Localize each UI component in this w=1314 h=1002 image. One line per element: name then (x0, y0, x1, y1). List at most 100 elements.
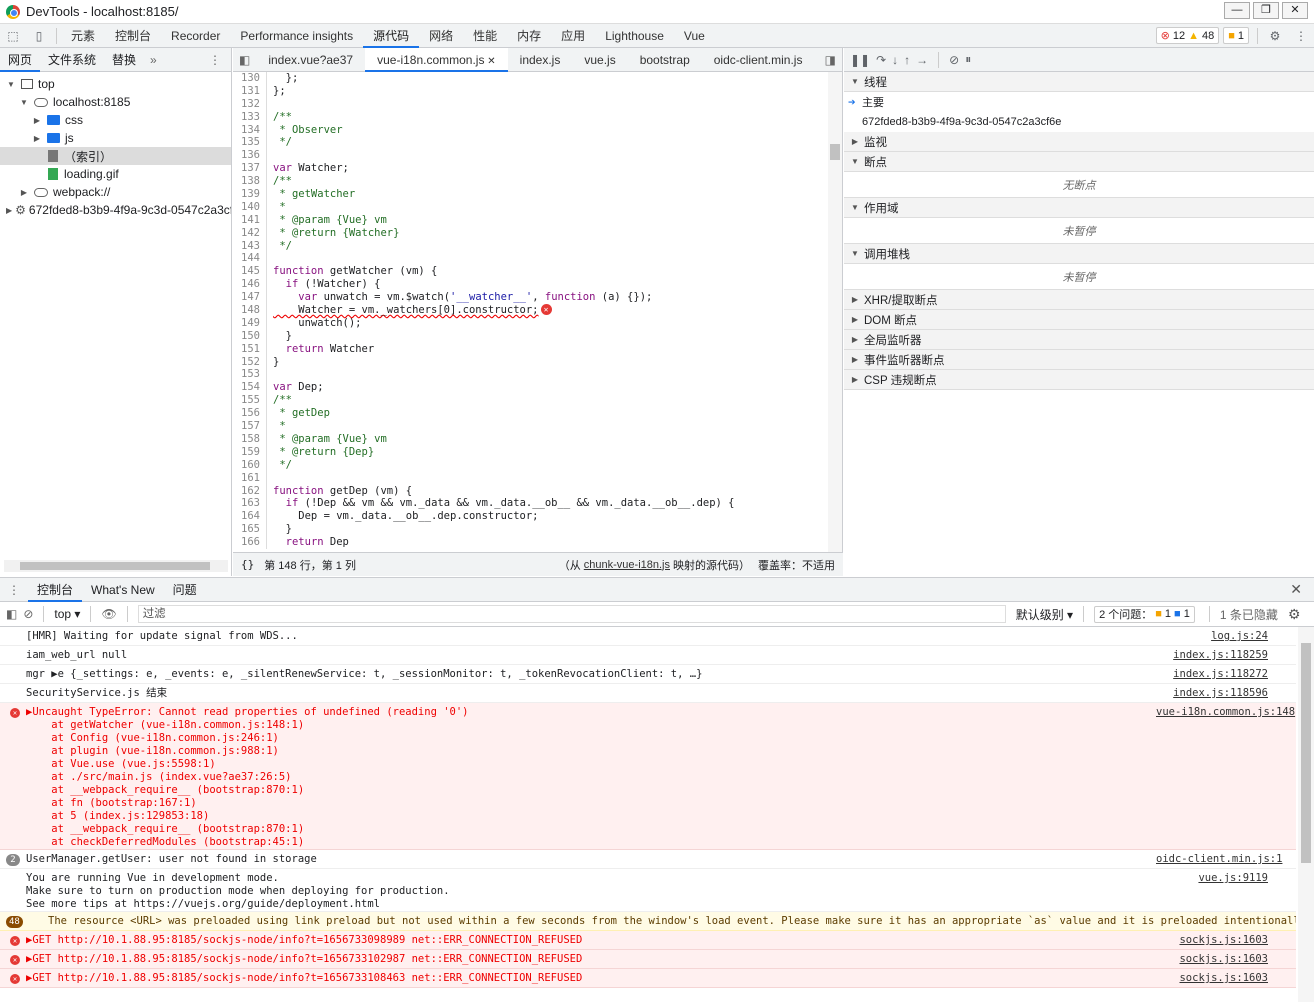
callstack-section[interactable]: ▼ 调用堆栈 (844, 244, 1314, 264)
toggle-debugger-icon[interactable]: ◨ (825, 53, 836, 67)
issues-counter[interactable]: ■ 1 (1223, 27, 1249, 44)
message-source-link[interactable]: vue.js:9119 (1156, 869, 1296, 911)
tab-0[interactable]: 元素 (61, 24, 105, 48)
line-number[interactable]: 163 (233, 497, 267, 511)
step-over-icon[interactable]: ↷ (876, 53, 886, 67)
line-number[interactable]: 147 (233, 291, 267, 305)
context-selector[interactable]: top ▾ (54, 607, 80, 621)
tree-item[interactable]: ▼ localhost:8185 (0, 93, 231, 111)
scope-section[interactable]: ▼ 作用域 (844, 198, 1314, 218)
line-number[interactable]: 146 (233, 278, 267, 292)
message-source-link[interactable]: sockjs.js:1603 (1156, 950, 1296, 968)
drawer-menu-icon[interactable]: ⋮ (0, 583, 28, 597)
debugger-section[interactable]: ▶ 事件监听器断点 (844, 350, 1314, 370)
tab-8[interactable]: 应用 (551, 24, 595, 48)
clear-console-icon[interactable]: ⊘ (23, 607, 33, 621)
message-source-link[interactable]: sockjs.js:1603 (1156, 931, 1296, 949)
message-source-link[interactable]: index.js:118272 (1156, 665, 1296, 683)
sidebar-toggle-icon[interactable]: ◧ (6, 607, 17, 621)
expand-arrow-icon[interactable]: ▶ (32, 134, 42, 143)
message-source-link[interactable]: log.js:24 (1156, 627, 1296, 645)
breakpoints-section[interactable]: ▼ 断点 (844, 152, 1314, 172)
step-into-icon[interactable]: ↓ (892, 53, 898, 67)
tab-10[interactable]: Vue (674, 24, 715, 48)
console-message[interactable]: ✕ ▶Uncaught TypeError: Cannot read proper… (0, 703, 1296, 850)
console-scrollbar[interactable] (1298, 627, 1314, 1002)
file-tab[interactable]: bootstrap (628, 48, 702, 72)
console-message[interactable]: You are running Vue in development mode.… (0, 869, 1296, 912)
pause-icon[interactable]: ❚❚ (850, 53, 870, 67)
step-icon[interactable]: → (916, 53, 928, 67)
console-message[interactable]: 2 UserManager.getUser: user not found in … (0, 850, 1296, 869)
toggle-navigator-icon[interactable]: ◧ (233, 53, 256, 67)
close-window-button[interactable]: ✕ (1282, 2, 1308, 19)
line-number[interactable]: 159 (233, 445, 267, 459)
drawer-tab-0[interactable]: 控制台 (28, 578, 83, 602)
line-number[interactable]: 154 (233, 381, 267, 395)
tab-1[interactable]: 控制台 (105, 24, 161, 48)
maximize-button[interactable]: ❐ (1253, 2, 1279, 19)
tree-item[interactable]: loading.gif (0, 165, 231, 183)
line-number[interactable]: 151 (233, 342, 267, 356)
log-levels-dropdown[interactable]: 默认级别 ▾ (1016, 606, 1073, 623)
tab-5[interactable]: 网络 (419, 24, 463, 48)
console-message[interactable]: [HMR] Waiting for update signal from WDS… (0, 627, 1296, 646)
line-number[interactable]: 133 (233, 110, 267, 124)
line-number[interactable]: 155 (233, 394, 267, 408)
expand-arrow-icon[interactable]: ▶ (6, 206, 12, 215)
console-filter-input[interactable]: 过滤 (137, 605, 1006, 623)
line-number[interactable]: 150 (233, 329, 267, 343)
file-tab[interactable]: index.js (508, 48, 573, 72)
close-drawer-icon[interactable]: ✕ (1290, 581, 1302, 598)
line-number[interactable]: 130 (233, 72, 267, 85)
line-number[interactable]: 152 (233, 355, 267, 369)
line-number[interactable]: 140 (233, 200, 267, 214)
navigator-tab-2[interactable]: 替换 (104, 48, 144, 72)
console-message[interactable]: mgr ▶e {_settings: e, _events: e, _silen… (0, 665, 1296, 684)
message-source-link[interactable]: vue-i18n.common.js:148 (1156, 703, 1296, 849)
line-number[interactable]: 166 (233, 536, 267, 549)
inspect-element-icon[interactable]: ⬚ (0, 24, 26, 48)
line-number[interactable]: 131 (233, 84, 267, 98)
code-scrollbar[interactable] (828, 72, 842, 552)
line-number[interactable]: 149 (233, 316, 267, 330)
tree-item[interactable]: ▶ js (0, 129, 231, 147)
pretty-print-button[interactable]: {} (241, 558, 254, 571)
navigator-menu-icon[interactable]: ⋮ (209, 53, 221, 67)
line-number[interactable]: 135 (233, 136, 267, 150)
navigator-tab-0[interactable]: 网页 (0, 48, 41, 72)
deactivate-breakpoints-icon[interactable]: ⊘ (949, 53, 959, 67)
line-number[interactable]: 132 (233, 97, 267, 111)
settings-gear-icon[interactable]: ⚙ (1262, 24, 1288, 48)
expand-arrow-icon[interactable]: ▼ (19, 98, 29, 107)
line-number[interactable]: 148 (233, 304, 267, 317)
step-out-icon[interactable]: ↑ (904, 53, 910, 67)
file-tab[interactable]: oidc-client.min.js (702, 48, 815, 72)
line-number[interactable]: 142 (233, 226, 267, 240)
threads-section[interactable]: ▼ 线程 (844, 72, 1314, 92)
line-number[interactable]: 145 (233, 265, 267, 279)
thread-worker[interactable]: 672fded8-b3b9-4f9a-9c3d-0547c2a3cf6e (844, 112, 1314, 132)
file-tab[interactable]: vue.js (572, 48, 627, 72)
error-warning-counter[interactable]: ⊗ 12 ▲ 48 (1155, 27, 1220, 44)
line-number[interactable]: 141 (233, 213, 267, 227)
tab-4[interactable]: 源代码 (363, 24, 420, 48)
line-number[interactable]: 136 (233, 149, 267, 163)
line-number[interactable]: 161 (233, 471, 267, 485)
more-options-icon[interactable]: ⋮ (1288, 24, 1314, 48)
expand-arrow-icon[interactable]: ▶ (32, 116, 42, 125)
file-tab[interactable]: index.vue?ae37 (256, 48, 365, 72)
line-number[interactable]: 157 (233, 420, 267, 433)
console-message[interactable]: ✕ ▶GET http://10.1.88.95:8185/sockjs-node… (0, 931, 1296, 950)
expand-arrow-icon[interactable]: ▶ (19, 188, 29, 197)
console-settings-icon[interactable]: ⚙ (1288, 606, 1301, 623)
tree-item[interactable]: ▼ top (0, 75, 231, 93)
tree-item[interactable]: （索引） (0, 147, 231, 165)
line-number[interactable]: 137 (233, 162, 267, 176)
console-issues-button[interactable]: 2 个问题： ■ 1 ■ 1 (1094, 605, 1195, 623)
console-message[interactable]: ✕ ▶GET http://10.1.88.95:8185/sockjs-node… (0, 969, 1296, 988)
line-number[interactable]: 160 (233, 458, 267, 472)
tab-3[interactable]: Performance insights (230, 24, 363, 48)
line-number[interactable]: 162 (233, 484, 267, 498)
minimize-button[interactable]: — (1224, 2, 1250, 19)
